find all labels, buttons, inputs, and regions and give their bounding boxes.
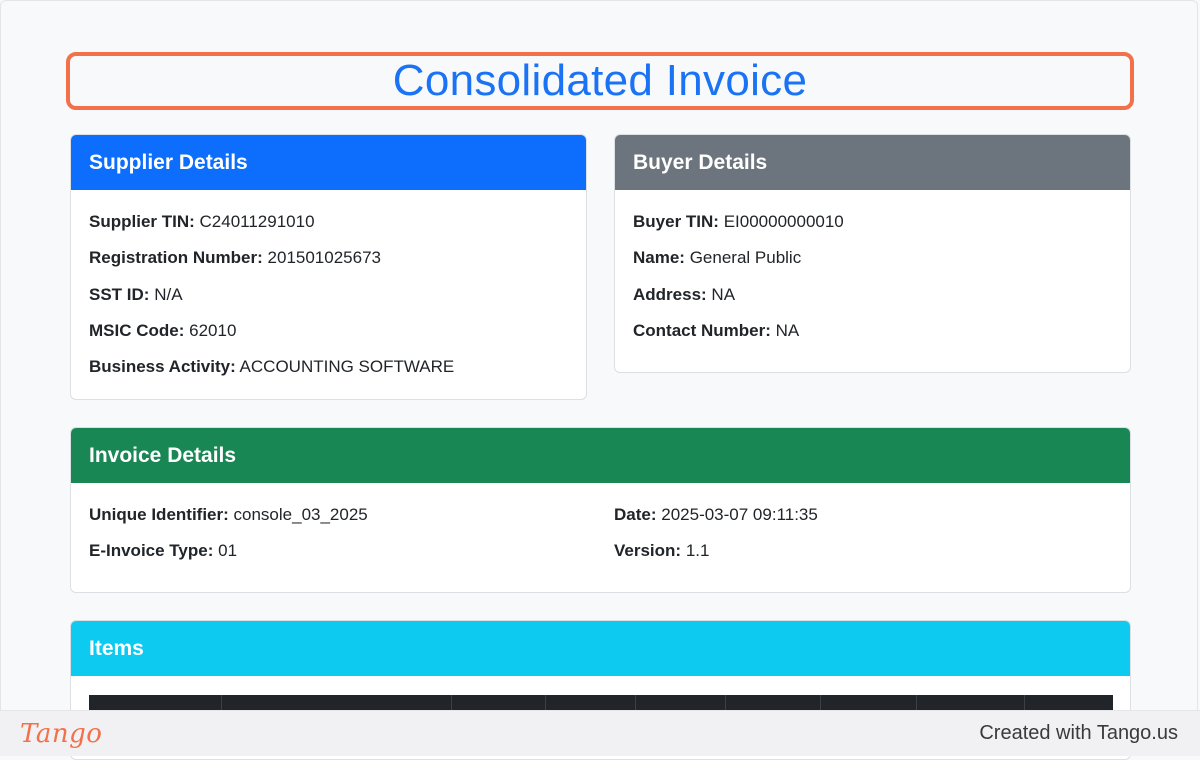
e-invoice-type-row: E-Invoice Type: 01 (89, 541, 238, 561)
msic-code-row: MSIC Code: 62010 (89, 320, 237, 340)
invoice-date-row: Date: 2025-03-07 09:11:35 (614, 505, 818, 524)
invoice-details-card: Invoice Details Unique Identifier: conso… (70, 427, 1131, 593)
buyer-address-row: Address: NA (633, 284, 736, 304)
supplier-details-card: Supplier Details Supplier TIN: C24011291… (70, 134, 587, 400)
tango-logo[interactable]: Tango (20, 719, 102, 749)
unique-identifier-row: Unique Identifier: console_03_2025 (89, 505, 368, 524)
business-activity-row: Business Activity: ACCOUNTING SOFTWARE (89, 357, 455, 377)
created-with-text[interactable]: Created with Tango.us (979, 722, 1178, 745)
sst-id-row: SST ID: N/A (89, 284, 183, 304)
buyer-name-row: Name: General Public (633, 248, 802, 268)
tango-footer: Tango Created with Tango.us (0, 710, 1200, 756)
items-header: Items (71, 621, 1130, 676)
buyer-details-header: Buyer Details (615, 135, 1130, 190)
buyer-contact-row: Contact Number: NA (633, 320, 800, 340)
supplier-details-header: Supplier Details (71, 135, 586, 190)
page-title: Consolidated Invoice (392, 56, 808, 105)
invoice-details-header: Invoice Details (71, 428, 1130, 483)
registration-number-row: Registration Number: 201501025673 (89, 248, 381, 268)
buyer-tin-row: Buyer TIN: EI00000000010 (633, 212, 844, 231)
supplier-tin-row: Supplier TIN: C24011291010 (89, 212, 315, 231)
version-row: Version: 1.1 (614, 541, 710, 561)
title-highlight-box: Consolidated Invoice (66, 52, 1134, 110)
buyer-details-card: Buyer Details Buyer TIN: EI00000000010 N… (614, 134, 1131, 373)
